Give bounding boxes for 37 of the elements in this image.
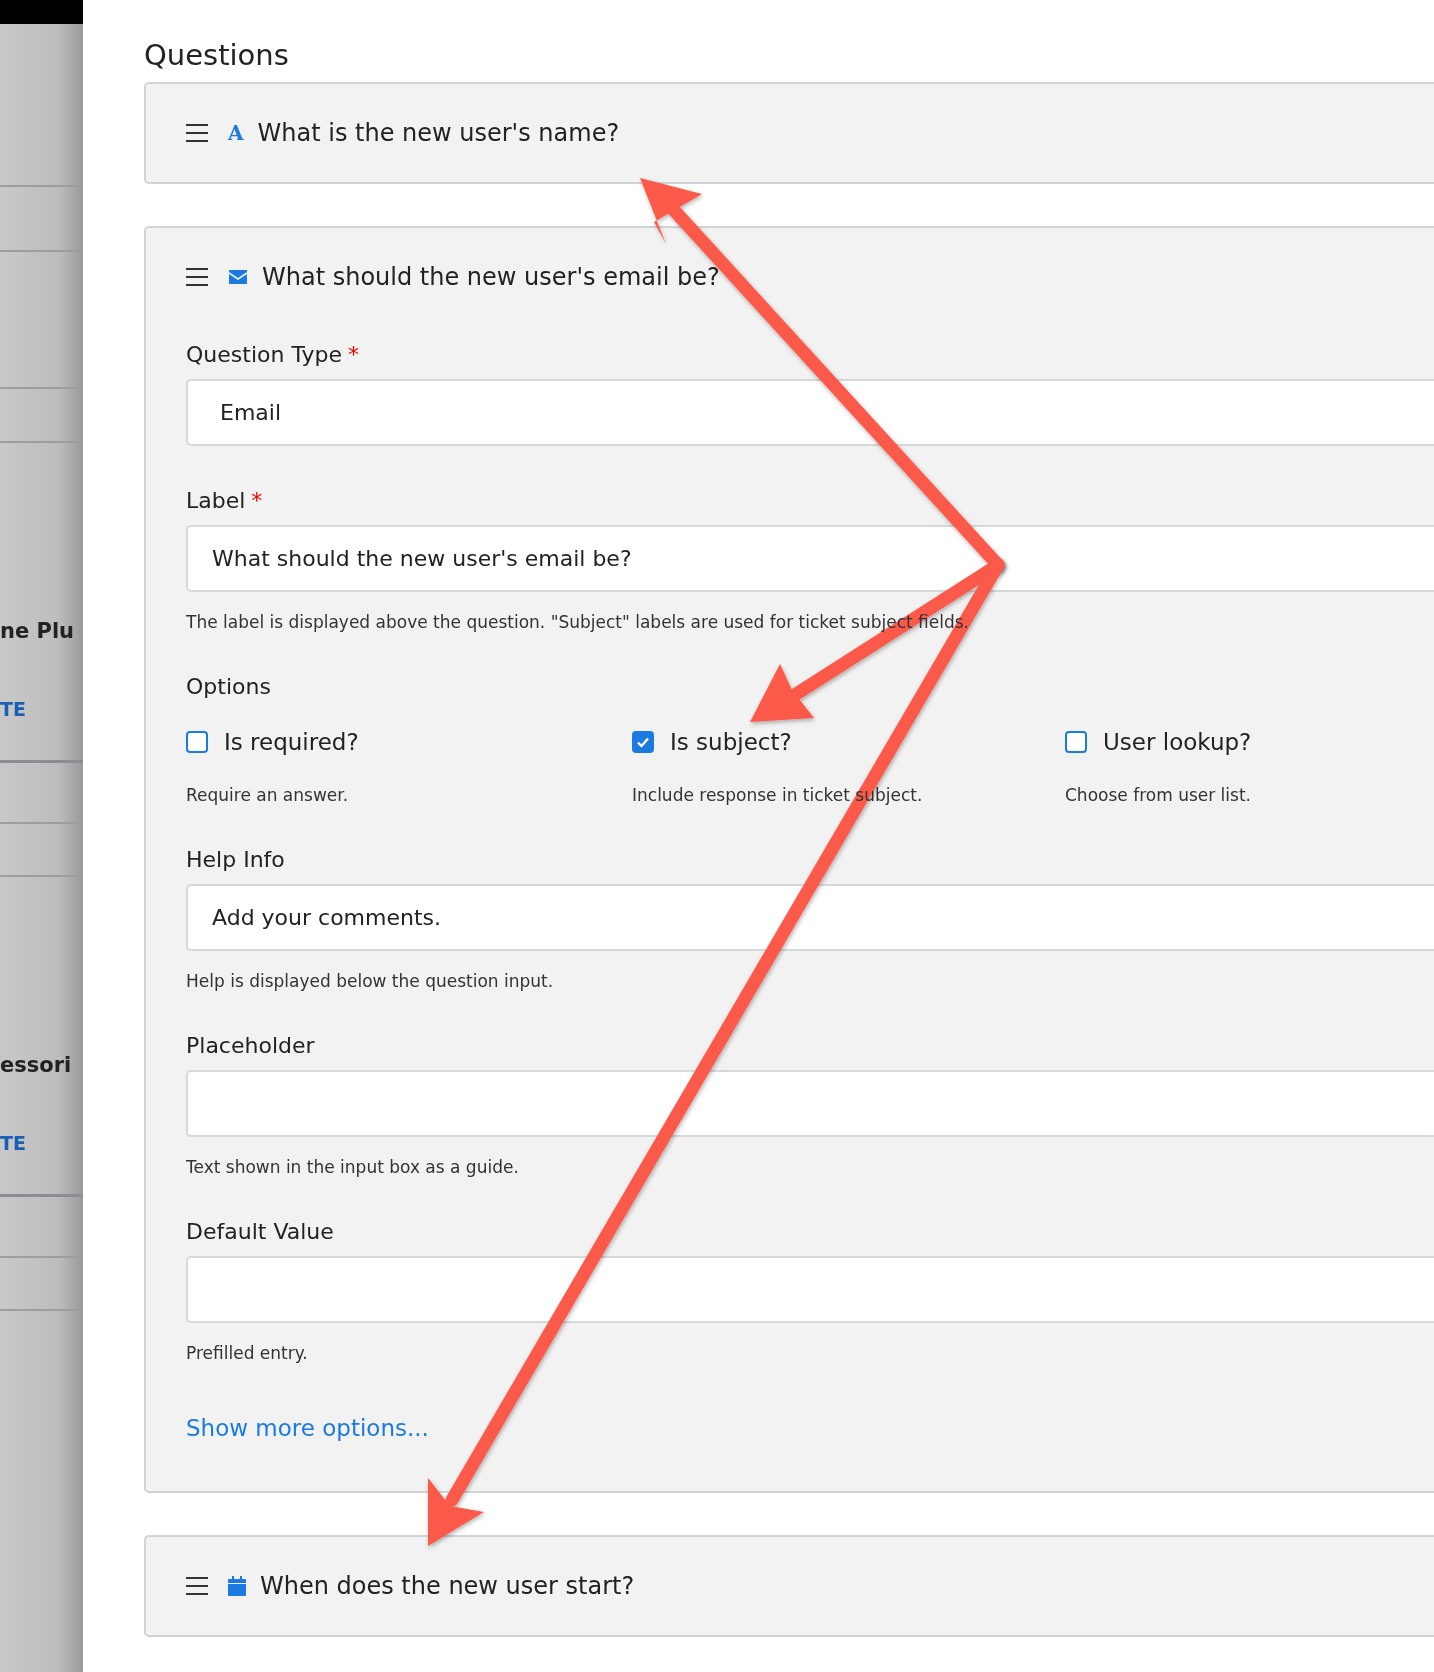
label-field[interactable]: What should the new user's email be? <box>186 525 1434 592</box>
checkbox-option[interactable]: User lookup? <box>1065 729 1434 755</box>
sidebar-link[interactable]: TE <box>0 698 26 720</box>
field-label: Label * <box>186 488 264 513</box>
field-label: Placeholder <box>186 1033 316 1058</box>
drag-handle-icon[interactable] <box>186 268 208 286</box>
question-title[interactable]: When does the new user start? <box>260 1572 635 1600</box>
sidebar-link[interactable]: TE <box>0 1132 26 1154</box>
drag-handle-icon[interactable] <box>186 1577 208 1595</box>
drag-handle-icon[interactable] <box>186 124 208 142</box>
options-label: Options <box>186 674 272 699</box>
checkbox-option[interactable]: Is subject? <box>632 729 1065 755</box>
option-description: Choose from user list. <box>1065 785 1252 805</box>
show-more-link[interactable]: Show more options... <box>186 1415 429 1441</box>
option-description: Require an answer. <box>186 785 350 805</box>
envelope-icon <box>228 269 248 285</box>
checkbox-option[interactable]: Is required? <box>186 729 632 755</box>
question-title[interactable]: What is the new user's name? <box>257 119 620 147</box>
help-text: Prefilled entry. <box>186 1343 309 1363</box>
help-text: Text shown in the input box as a guide. <box>186 1157 520 1177</box>
calendar-icon <box>228 1576 246 1596</box>
text-field[interactable] <box>186 1070 1434 1137</box>
text-type-icon: A <box>228 121 244 145</box>
help-text: Help is displayed below the question input. <box>186 971 555 991</box>
product-name: essori <box>0 1053 72 1077</box>
checkbox[interactable] <box>1065 731 1087 753</box>
field-label: Question Type * <box>186 342 360 367</box>
field-label: Default Value <box>186 1219 335 1244</box>
checkbox[interactable] <box>632 731 654 753</box>
product-name: ne Plu <box>0 619 75 643</box>
text-field[interactable] <box>186 1256 1434 1323</box>
checkbox[interactable] <box>186 731 208 753</box>
question-type-select[interactable]: Email <box>186 379 1434 446</box>
text-field[interactable]: Add your comments. <box>186 884 1434 951</box>
question-title[interactable]: What should the new user's email be? <box>262 263 720 291</box>
section-heading: Questions <box>144 38 290 72</box>
field-label: Help Info <box>186 847 286 872</box>
